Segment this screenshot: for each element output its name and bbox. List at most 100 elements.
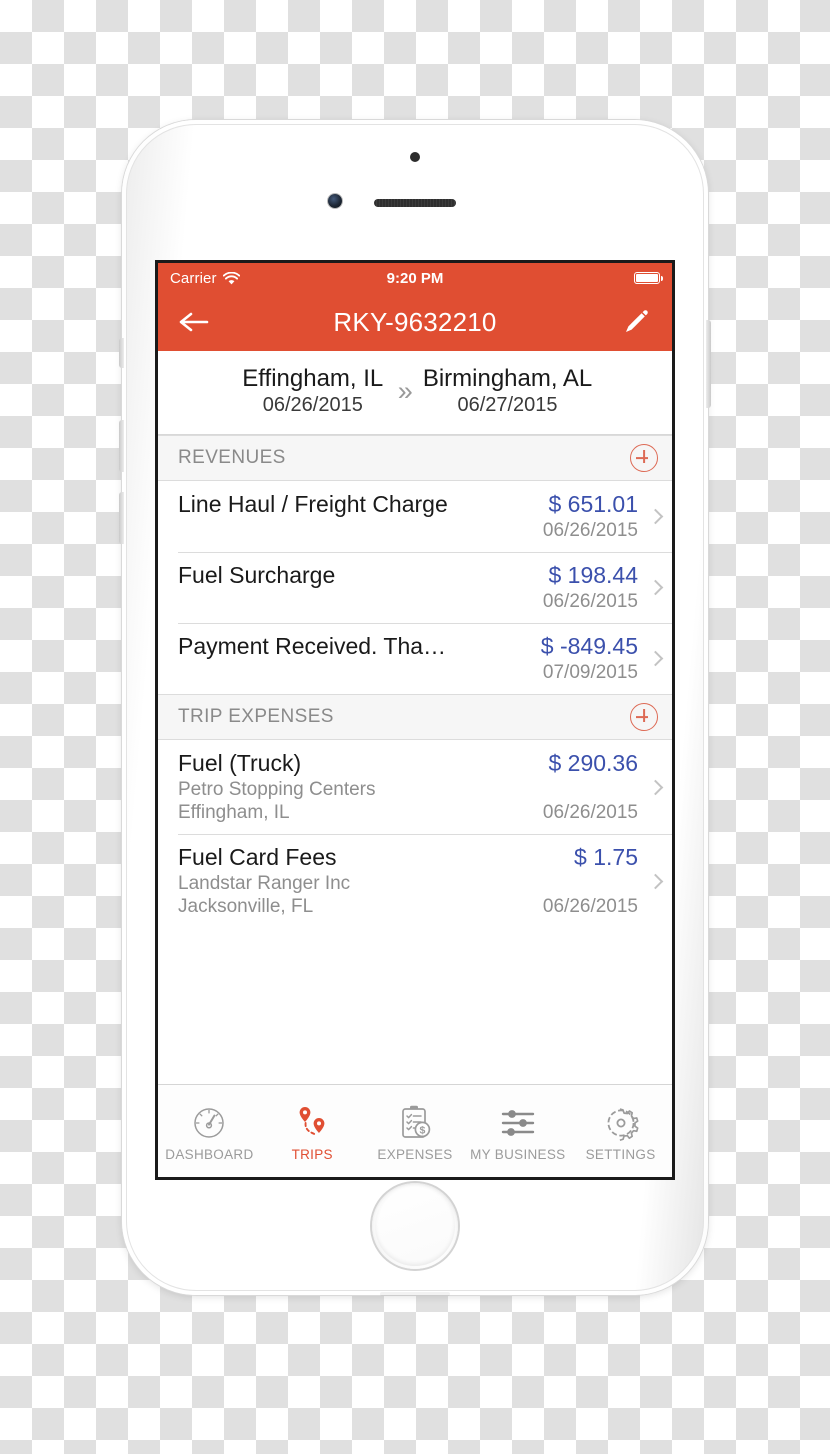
row-title: Fuel Card Fees [178,844,337,871]
back-button[interactable] [172,300,216,344]
tab-label: EXPENSES [377,1147,453,1162]
tab-label: MY BUSINESS [470,1147,566,1162]
row-content: Line Haul / Freight Charge $ 651.01 06/2… [178,491,638,542]
pencil-icon [626,310,648,332]
row-date: 07/09/2015 [542,662,638,684]
row-location: Effingham, IL [178,802,290,824]
status-bar: Carrier 9:20 PM [158,263,672,293]
row-vendor-line: Petro Stopping Centers [178,779,638,801]
trip-route-header: Effingham, IL 06/26/2015 » Birmingham, A… [158,351,672,436]
row-primary-line: Line Haul / Freight Charge $ 651.01 [178,491,638,518]
row-vendor: Landstar Ranger Inc [178,873,351,895]
tab-my-business[interactable]: MY BUSINESS [466,1085,569,1177]
phone-screen: Carrier 9:20 PM RKY-9632210 Effingham, I… [155,260,675,1180]
destination-city: Birmingham, AL [422,365,593,392]
row-amount: $ 1.75 [574,844,638,871]
phone-device: Carrier 9:20 PM RKY-9632210 Effingham, I… [119,120,711,1296]
revenues-list: Line Haul / Freight Charge $ 651.01 06/2… [158,481,672,695]
row-secondary-line: 06/26/2015 [178,520,638,542]
section-title: TRIP EXPENSES [178,706,334,728]
row-date: 06/26/2015 [542,896,638,918]
tab-label: SETTINGS [585,1147,656,1162]
row-amount: $ 651.01 [548,491,638,518]
tab-trips[interactable]: TRIPS [261,1085,364,1177]
row-secondary-line: 06/26/2015 [178,591,638,613]
tab-expenses[interactable]: $ EXPENSES [364,1085,467,1177]
wifi-icon [222,271,240,284]
route-pins-icon [292,1104,332,1142]
front-camera [328,194,342,208]
battery-fill [636,274,658,282]
battery-full-icon [634,272,663,284]
list-item[interactable]: Fuel Surcharge $ 198.44 06/26/2015 [158,552,672,624]
row-title: Fuel (Truck) [178,750,302,777]
row-location-line: Jacksonville, FL 06/26/2015 [178,896,638,918]
earpiece-speaker [374,199,456,207]
svg-text:$: $ [419,1125,425,1137]
proximity-sensor [410,152,420,162]
tab-settings[interactable]: SETTINGS [569,1085,672,1177]
row-secondary-line: 07/09/2015 [178,662,638,684]
row-content: Fuel (Truck) $ 290.36 Petro Stopping Cen… [178,750,638,824]
status-bar-left: Carrier [170,270,240,287]
row-vendor: Petro Stopping Centers [178,779,376,801]
row-content: Fuel Surcharge $ 198.44 06/26/2015 [178,562,638,613]
page-title: RKY-9632210 [333,306,497,337]
list-item[interactable]: Line Haul / Freight Charge $ 651.01 06/2… [158,481,672,553]
row-location-line: Effingham, IL 06/26/2015 [178,802,638,824]
row-primary-line: Fuel Surcharge $ 198.44 [178,562,638,589]
list-spacer [158,928,672,1084]
row-primary-line: Fuel (Truck) $ 290.36 [178,750,638,777]
volume-up-button[interactable] [119,420,124,472]
tab-bar: DASHBOARD TRIPS $ EXPENSES MY BUSINESS S… [158,1084,672,1177]
origin-date: 06/26/2015 [262,394,363,417]
double-chevron-right-icon: » [397,376,413,407]
list-item[interactable]: Fuel (Truck) $ 290.36 Petro Stopping Cen… [158,740,672,835]
row-amount: $ 290.36 [548,750,638,777]
trip-destination: Birmingham, AL 06/27/2015 [423,365,592,418]
power-button[interactable] [706,320,711,408]
row-title: Line Haul / Freight Charge [178,491,448,518]
chevron-right-icon [638,844,672,918]
chevron-right-icon [638,633,672,684]
sliders-icon [498,1104,538,1142]
status-bar-right [634,272,663,284]
chevron-right-icon [638,562,672,613]
row-date: 06/26/2015 [542,591,638,613]
home-button[interactable] [372,1183,458,1269]
tab-dashboard[interactable]: DASHBOARD [158,1085,261,1177]
list-item[interactable]: Payment Received. Tha… $ -849.45 07/09/2… [158,623,672,695]
origin-city: Effingham, IL [242,365,384,392]
row-amount: $ 198.44 [548,562,638,589]
chevron-right-icon [638,750,672,824]
volume-down-button[interactable] [119,492,124,544]
row-amount: $ -849.45 [540,633,638,660]
tab-label: DASHBOARD [165,1147,254,1162]
row-date: 06/26/2015 [542,802,638,824]
row-primary-line: Payment Received. Tha… $ -849.45 [178,633,638,660]
row-content: Fuel Card Fees $ 1.75 Landstar Ranger In… [178,844,638,918]
plus-circle-icon[interactable] [630,444,658,473]
destination-date: 06/27/2015 [457,394,558,417]
lightning-port [380,1292,450,1296]
mute-switch-button[interactable] [119,338,124,368]
clipboard-dollar-icon: $ [397,1104,433,1142]
section-header-trip-expenses: TRIP EXPENSES [158,694,672,741]
trip-expenses-list: Fuel (Truck) $ 290.36 Petro Stopping Cen… [158,740,672,929]
gear-icon [602,1104,640,1142]
section-header-revenues: REVENUES [158,435,672,482]
carrier-label: Carrier [170,269,217,287]
row-title: Fuel Surcharge [178,562,336,589]
gauge-icon [191,1104,227,1142]
edit-button[interactable] [614,300,658,344]
row-title: Payment Received. Tha… [178,633,447,660]
section-title: REVENUES [178,447,286,469]
list-item[interactable]: Fuel Card Fees $ 1.75 Landstar Ranger In… [158,834,672,929]
plus-circle-icon[interactable] [630,703,658,732]
row-vendor-line: Landstar Ranger Inc [178,873,638,895]
back-arrow-icon [179,312,209,332]
row-primary-line: Fuel Card Fees $ 1.75 [178,844,638,871]
trip-origin: Effingham, IL 06/26/2015 [238,365,388,418]
row-content: Payment Received. Tha… $ -849.45 07/09/2… [178,633,638,684]
row-location: Jacksonville, FL [178,896,314,918]
